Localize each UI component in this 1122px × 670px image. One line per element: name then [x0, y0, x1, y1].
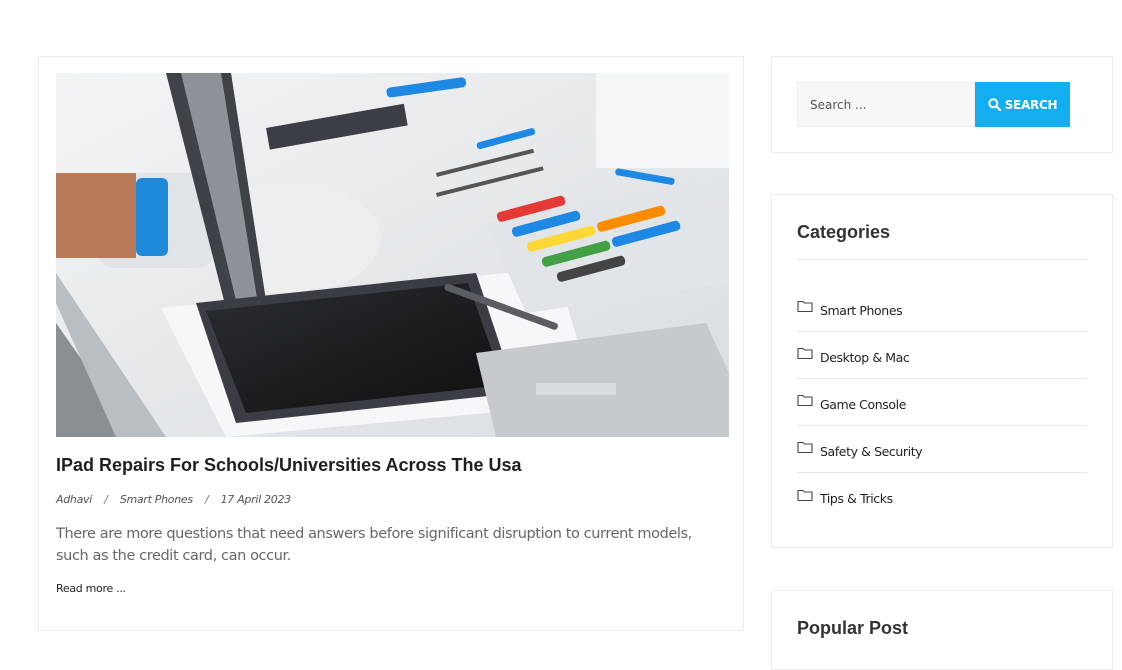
ipad-repair-photo [56, 73, 729, 437]
categories-widget: Categories Smart Phones Desktop & Mac Ga… [771, 194, 1113, 548]
post-category[interactable]: Smart Phones [120, 493, 193, 506]
meta-separator: / [205, 493, 209, 506]
category-item-smart-phones: Smart Phones [797, 285, 1087, 332]
search-icon [988, 98, 1001, 111]
popular-post-title: Popular Post [797, 618, 909, 638]
post-author[interactable]: Adhavi [56, 493, 92, 506]
category-item-safety-security: Safety & Security [797, 426, 1087, 473]
search-button-label: SEARCH [1004, 97, 1058, 112]
blog-post-card: IPad Repairs For Schools/Universities Ac… [38, 56, 744, 631]
category-link[interactable]: Smart Phones [820, 303, 903, 318]
folder-icon [797, 394, 813, 406]
categories-title: Categories [797, 222, 891, 242]
folder-icon [797, 441, 813, 453]
folder-icon [797, 300, 813, 312]
search-widget: SEARCH [771, 56, 1113, 153]
search-button[interactable]: SEARCH [975, 82, 1070, 127]
category-item-desktop-mac: Desktop & Mac [797, 332, 1087, 379]
category-item-tips-tricks: Tips & Tricks [797, 473, 1087, 520]
search-input[interactable] [797, 82, 975, 127]
post-date[interactable]: 17 April 2023 [221, 493, 292, 506]
category-item-game-console: Game Console [797, 379, 1087, 426]
read-more-link[interactable]: Read more ... [56, 582, 126, 595]
meta-separator: / [104, 493, 108, 506]
folder-icon [797, 347, 813, 359]
post-title[interactable]: IPad Repairs For Schools/Universities Ac… [56, 455, 522, 476]
folder-icon [797, 489, 813, 501]
post-excerpt: There are more questions that need answe… [56, 526, 692, 564]
popular-post-widget: Popular Post [771, 590, 1113, 670]
post-meta: Adhavi / Smart Phones / 17 April 2023 [56, 493, 291, 506]
categories-list: Smart Phones Desktop & Mac Game Console … [797, 285, 1087, 520]
category-link[interactable]: Game Console [820, 397, 906, 412]
category-link[interactable]: Safety & Security [820, 444, 923, 459]
category-link[interactable]: Tips & Tricks [820, 491, 893, 506]
widget-divider [797, 259, 1087, 260]
post-featured-image[interactable] [56, 73, 729, 437]
category-link[interactable]: Desktop & Mac [820, 350, 910, 365]
